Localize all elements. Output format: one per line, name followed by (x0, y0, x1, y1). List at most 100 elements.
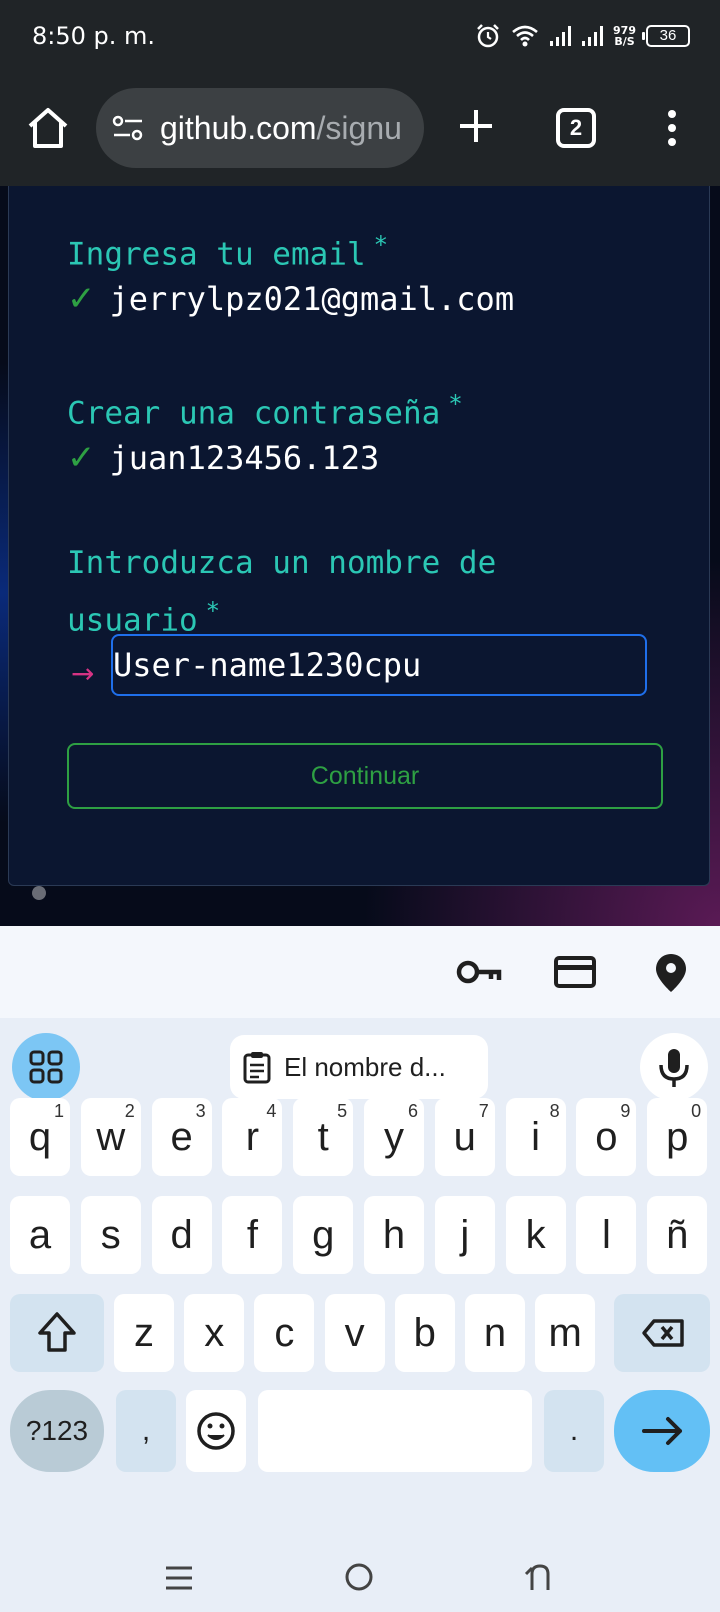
key-label: r (245, 1115, 260, 1159)
password-value: juan123456.123 (109, 439, 380, 477)
key-5[interactable]: y6 (364, 1098, 424, 1176)
comma-key[interactable]: , (116, 1390, 176, 1472)
more-menu-icon[interactable] (660, 106, 684, 150)
key-label: i (531, 1115, 541, 1159)
home-icon[interactable] (26, 106, 70, 150)
key-6[interactable]: u7 (434, 1098, 495, 1176)
key-hint: 1 (53, 1101, 64, 1121)
location-pin-icon[interactable] (654, 952, 688, 994)
period-key[interactable]: . (544, 1390, 604, 1472)
status-icons: 979 B/S 36 (475, 20, 690, 52)
email-label: Ingresa tu email * (67, 221, 388, 278)
key-row2-4[interactable]: g (293, 1196, 354, 1274)
emoji-icon (197, 1412, 235, 1450)
url-text: github.com/signu (160, 110, 402, 147)
key-row3-3[interactable]: v (324, 1294, 385, 1372)
key-row3-2[interactable]: c (254, 1294, 315, 1372)
username-input[interactable]: User-name1230cpu (111, 634, 647, 696)
tab-switcher-button[interactable]: 2 (556, 108, 596, 148)
key-row3-4[interactable]: b (394, 1294, 455, 1372)
key-row2-0[interactable]: a (10, 1196, 70, 1274)
key-2[interactable]: e3 (151, 1098, 212, 1176)
email-value-row: ✓ jerrylpz021@gmail.com (67, 279, 514, 319)
recent-apps-icon[interactable] (164, 1564, 194, 1592)
key-row2-7[interactable]: k (505, 1196, 566, 1274)
web-page: Ingresa tu email * ✓ jerrylpz021@gmail.co… (0, 186, 720, 926)
key-row2-2[interactable]: d (151, 1196, 212, 1274)
key-label: t (317, 1115, 329, 1159)
signal-icon-2 (582, 26, 604, 46)
key-row2-6[interactable]: j (434, 1196, 495, 1274)
new-tab-icon[interactable] (456, 106, 496, 146)
key-row2-5[interactable]: h (364, 1196, 424, 1274)
key-row2-9[interactable]: ñ (647, 1196, 708, 1274)
key-hint: 7 (478, 1101, 489, 1121)
password-key-icon[interactable] (456, 952, 502, 992)
key-row3-5[interactable]: n (465, 1294, 525, 1372)
key-row2-8[interactable]: l (576, 1196, 637, 1274)
key-row3-0[interactable]: z (114, 1294, 174, 1372)
key-4[interactable]: t5 (293, 1098, 354, 1176)
wifi-icon (512, 25, 538, 47)
email-label-text: Ingresa tu email (67, 236, 366, 273)
key-hint: 5 (337, 1101, 348, 1121)
check-icon: ✓ (67, 438, 96, 478)
key-row3-6[interactable]: m (535, 1294, 596, 1372)
required-mark: * (373, 231, 389, 259)
backspace-icon (642, 1319, 684, 1347)
clipboard-suggestion-chip[interactable]: El nombre d... (230, 1035, 488, 1099)
symbols-key[interactable]: ?123 (10, 1390, 104, 1472)
grid-icon (29, 1050, 63, 1084)
key-row2-1[interactable]: s (80, 1196, 141, 1274)
key-label: u (453, 1115, 476, 1159)
key-row2-3[interactable]: f (222, 1196, 283, 1274)
net-speed-unit: B/S (614, 35, 635, 48)
continue-button[interactable]: Continuar (67, 743, 663, 809)
username-label: Introduzca un nombre de usuario * (67, 539, 496, 644)
background-star (32, 886, 46, 900)
key-hint: 8 (549, 1101, 560, 1121)
key-hint: 2 (124, 1101, 135, 1121)
key-hint: 0 (691, 1101, 702, 1121)
key-hint: 3 (195, 1101, 206, 1121)
signal-icon-1 (550, 26, 572, 46)
net-speed: 979 B/S (613, 25, 636, 47)
key-hint: 6 (407, 1101, 418, 1121)
status-time: 8:50 p. m. (32, 22, 156, 50)
key-label: y (384, 1115, 404, 1159)
key-0[interactable]: q1 (10, 1098, 70, 1176)
enter-key[interactable] (614, 1390, 710, 1472)
signup-card: Ingresa tu email * ✓ jerrylpz021@gmail.co… (8, 186, 710, 886)
arrow-right-icon (642, 1417, 682, 1445)
keyboard-apps-button[interactable] (12, 1033, 80, 1101)
email-value: jerrylpz021@gmail.com (109, 280, 515, 318)
arrow-icon: → (71, 657, 95, 690)
password-value-row: ✓ juan123456.123 (67, 438, 379, 478)
space-key[interactable] (258, 1390, 532, 1472)
key-label: p (666, 1115, 689, 1159)
clipboard-icon (243, 1052, 271, 1084)
key-9[interactable]: p0 (647, 1098, 708, 1176)
key-8[interactable]: o9 (576, 1098, 637, 1176)
site-settings-icon[interactable] (112, 115, 144, 141)
address-bar[interactable]: github.com/signu (96, 88, 424, 168)
key-3[interactable]: r4 (222, 1098, 283, 1176)
status-bar: 8:50 p. m. 979 B/S 36 (0, 0, 720, 72)
url-host: github.com (160, 110, 317, 146)
required-mark: * (205, 597, 221, 625)
key-row3-1[interactable]: x (184, 1294, 245, 1372)
key-hint: 9 (620, 1101, 631, 1121)
key-7[interactable]: i8 (505, 1098, 566, 1176)
emoji-key[interactable] (186, 1390, 246, 1472)
browser-toolbar: github.com/signu 2 (0, 72, 720, 186)
backspace-key[interactable] (614, 1294, 710, 1372)
key-label: e (170, 1115, 193, 1159)
home-nav-icon[interactable] (344, 1562, 374, 1592)
payment-card-icon[interactable] (554, 952, 596, 992)
back-nav-icon[interactable] (524, 1562, 554, 1592)
key-label: q (28, 1115, 52, 1159)
password-label-text: Crear una contraseña (67, 395, 441, 432)
key-1[interactable]: w2 (80, 1098, 141, 1176)
voice-input-button[interactable] (640, 1033, 708, 1101)
shift-key[interactable] (10, 1294, 104, 1372)
